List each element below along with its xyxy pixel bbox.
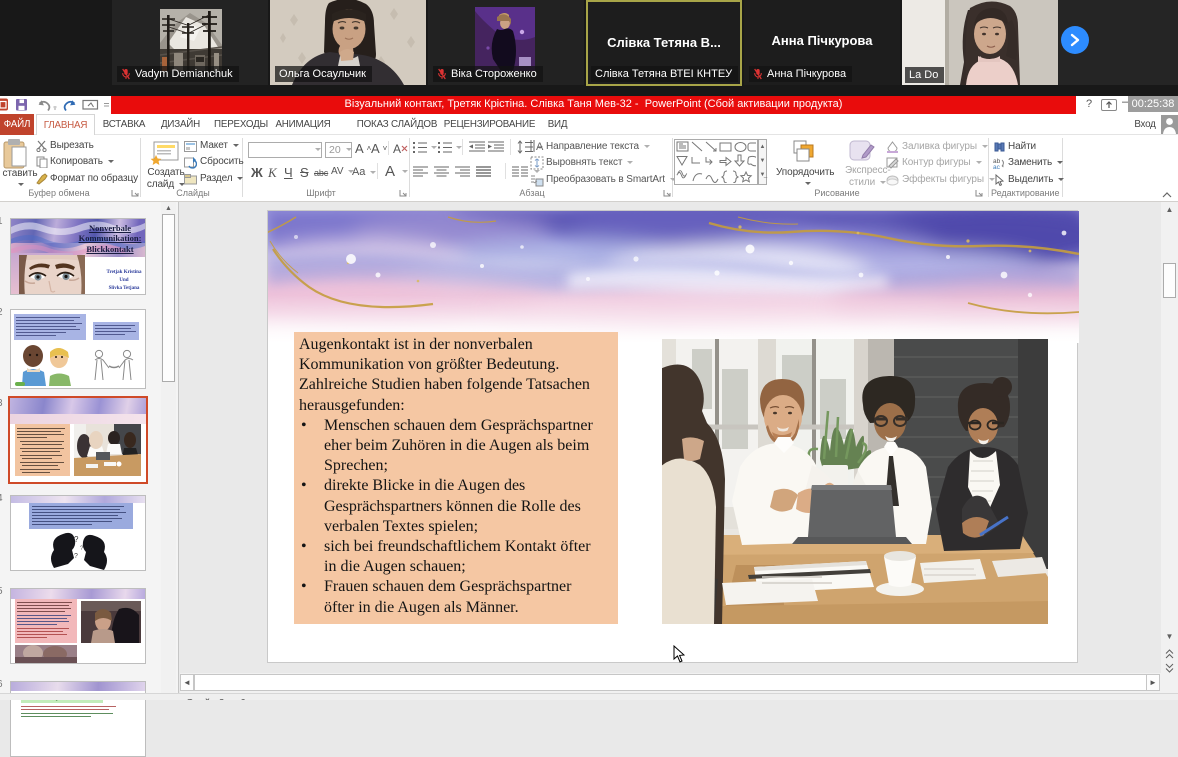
svg-text:ac: ac [993, 164, 1001, 169]
svg-text:?: ? [74, 553, 78, 560]
svg-text:A: A [393, 142, 401, 155]
svg-text:A: A [536, 141, 544, 153]
svg-text:?: ? [74, 535, 79, 544]
